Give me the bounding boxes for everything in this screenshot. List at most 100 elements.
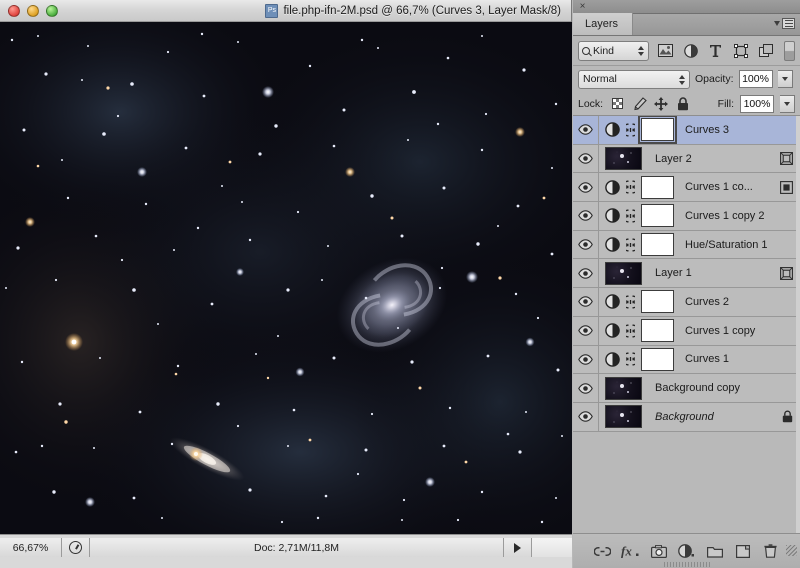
new-adjustment-icon[interactable]: [677, 542, 696, 561]
smart-object-filter-icon[interactable]: [757, 41, 775, 60]
layer-thumbnail[interactable]: [605, 377, 642, 400]
layer-thumbnail[interactable]: [605, 405, 642, 428]
layer-row[interactable]: Layer 1: [573, 259, 800, 288]
mask-link-icon[interactable]: [625, 180, 636, 195]
layer-mask-thumbnail[interactable]: [641, 176, 674, 199]
layer-style-fx-icon[interactable]: fx: [621, 542, 640, 561]
close-icon[interactable]: ×: [577, 1, 588, 12]
layer-name[interactable]: Curves 1: [685, 353, 729, 365]
layer-name[interactable]: Curves 1 copy: [685, 325, 755, 337]
panel-drag-grip[interactable]: [664, 562, 710, 567]
layer-name[interactable]: Layer 2: [655, 153, 692, 165]
layer-list[interactable]: Curves 3 Layer 2 Curves 1 co... Curves 1 co…: [573, 116, 800, 533]
adjustment-layer-thumbnail[interactable]: [605, 323, 620, 338]
adjustment-layer-thumbnail[interactable]: [605, 122, 620, 137]
layer-mask-thumbnail[interactable]: [641, 348, 674, 371]
mask-link-icon[interactable]: [625, 237, 636, 252]
layer-row-body[interactable]: Curves 1 copy 2: [599, 202, 800, 230]
layer-row-body[interactable]: Curves 2: [599, 288, 800, 316]
layer-row[interactable]: Background copy: [573, 374, 800, 403]
blend-mode-select[interactable]: Normal: [578, 70, 690, 89]
mask-link-icon[interactable]: [625, 208, 636, 223]
layer-name[interactable]: Hue/Saturation 1: [685, 239, 768, 251]
layer-list-scrollbar[interactable]: [796, 116, 800, 533]
adjustment-filter-icon[interactable]: [682, 41, 700, 60]
layer-row-body[interactable]: Background copy: [599, 374, 800, 402]
adjustment-layer-thumbnail[interactable]: [605, 294, 620, 309]
adjustment-layer-thumbnail[interactable]: [605, 180, 620, 195]
fill-stepper[interactable]: [780, 95, 795, 113]
layer-row[interactable]: Curves 1 copy: [573, 317, 800, 346]
layer-row[interactable]: Curves 3: [573, 116, 800, 145]
layer-row[interactable]: Curves 2: [573, 288, 800, 317]
mask-link-icon[interactable]: [625, 352, 636, 367]
mask-link-icon[interactable]: [625, 323, 636, 338]
layer-row[interactable]: Curves 1 co...: [573, 173, 800, 202]
layer-row[interactable]: Layer 2: [573, 145, 800, 174]
adjustment-layer-thumbnail[interactable]: [605, 352, 620, 367]
layer-row[interactable]: Curves 1: [573, 346, 800, 375]
layer-thumbnail[interactable]: [605, 147, 642, 170]
adjustment-layer-thumbnail[interactable]: [605, 237, 620, 252]
layer-row-body[interactable]: Layer 1: [599, 259, 800, 287]
layer-mask-thumbnail[interactable]: [641, 319, 674, 342]
layer-row[interactable]: Curves 1 copy 2: [573, 202, 800, 231]
layer-mask-thumbnail[interactable]: [641, 290, 674, 313]
adjustment-layer-thumbnail[interactable]: [605, 208, 620, 223]
filter-kind-select[interactable]: Kind: [578, 41, 649, 61]
layer-name[interactable]: Background copy: [655, 382, 740, 394]
layer-visibility-eye-icon[interactable]: [573, 145, 599, 173]
layer-name[interactable]: Curves 3: [685, 124, 729, 136]
layer-visibility-eye-icon[interactable]: [573, 346, 599, 374]
layer-visibility-eye-icon[interactable]: [573, 317, 599, 345]
type-filter-icon[interactable]: [707, 41, 725, 60]
clock-icon[interactable]: [62, 538, 90, 557]
filter-enable-toggle[interactable]: [784, 41, 795, 61]
layer-visibility-eye-icon[interactable]: [573, 288, 599, 316]
opacity-stepper[interactable]: [778, 70, 793, 88]
layer-name[interactable]: Curves 2: [685, 296, 729, 308]
add-mask-icon[interactable]: [649, 542, 668, 561]
document-size-info[interactable]: Doc: 2,71M/11,8M: [90, 538, 504, 557]
layer-visibility-eye-icon[interactable]: [573, 231, 599, 259]
layer-mask-thumbnail[interactable]: [641, 204, 674, 227]
zoom-level[interactable]: 66,67%: [0, 538, 62, 557]
layer-name[interactable]: Background: [655, 411, 714, 423]
panel-menu-icon[interactable]: [774, 18, 795, 29]
image-canvas[interactable]: [0, 22, 572, 534]
layer-visibility-eye-icon[interactable]: [573, 374, 599, 402]
status-menu-arrow-icon[interactable]: [504, 538, 532, 557]
layer-thumbnail[interactable]: [605, 262, 642, 285]
link-layers-icon[interactable]: [593, 542, 612, 561]
fill-input[interactable]: 100%: [740, 95, 774, 113]
delete-layer-icon[interactable]: [761, 542, 780, 561]
layer-name[interactable]: Curves 1 copy 2: [685, 210, 764, 222]
shape-filter-icon[interactable]: [732, 41, 750, 60]
lock-image-icon[interactable]: [631, 96, 647, 112]
layer-name[interactable]: Layer 1: [655, 267, 692, 279]
layer-visibility-eye-icon[interactable]: [573, 173, 599, 201]
layer-visibility-eye-icon[interactable]: [573, 403, 599, 431]
lock-transparency-icon[interactable]: [609, 96, 625, 112]
layer-row-body[interactable]: Curves 3: [599, 116, 800, 144]
layer-visibility-eye-icon[interactable]: [573, 259, 599, 287]
layer-row-body[interactable]: Curves 1 copy: [599, 317, 800, 345]
layer-row-body[interactable]: Layer 2: [599, 145, 800, 173]
layer-mask-thumbnail[interactable]: [641, 233, 674, 256]
panel-resize-grip[interactable]: [786, 545, 797, 556]
tab-layers[interactable]: Layers: [573, 13, 633, 35]
mask-link-icon[interactable]: [625, 122, 636, 137]
layer-row-body[interactable]: Curves 1 co...: [599, 173, 800, 201]
mask-link-icon[interactable]: [625, 294, 636, 309]
image-filter-icon[interactable]: [656, 41, 674, 60]
layer-row[interactable]: Background: [573, 403, 800, 432]
lock-position-icon[interactable]: [653, 96, 669, 112]
opacity-input[interactable]: 100%: [739, 70, 773, 88]
layer-row-body[interactable]: Curves 1: [599, 346, 800, 374]
layer-row-body[interactable]: Background: [599, 403, 800, 431]
layer-row-body[interactable]: Hue/Saturation 1: [599, 231, 800, 259]
layer-name[interactable]: Curves 1 co...: [685, 181, 753, 193]
lock-all-icon[interactable]: [675, 96, 691, 112]
layer-row[interactable]: Hue/Saturation 1: [573, 231, 800, 260]
layer-mask-thumbnail[interactable]: [641, 118, 674, 141]
